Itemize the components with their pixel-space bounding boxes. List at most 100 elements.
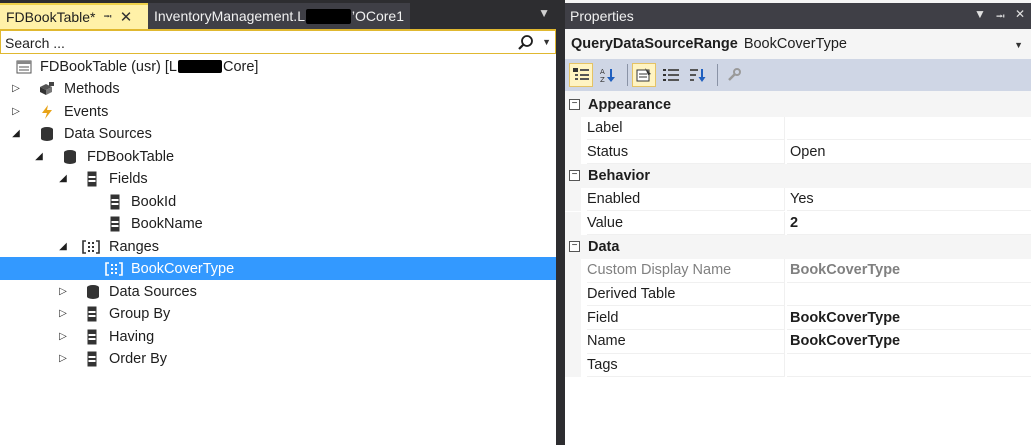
window-menu-icon[interactable]: ▼: [974, 7, 986, 28]
property-name: Value: [587, 211, 785, 236]
tree-label: Data Sources: [64, 125, 152, 142]
range-icon: [105, 260, 123, 278]
tab-inventorymanagement[interactable]: InventoryManagement.L ’OCore1: [148, 3, 410, 29]
solution-designer-pane: FDBookTable* ⭲ ✕ InventoryManagement.L ’…: [0, 0, 556, 445]
category-label: Appearance: [588, 96, 672, 113]
having-icon: [83, 328, 101, 346]
tree-label: Data Sources: [109, 283, 197, 300]
tree-node-fdbooktable[interactable]: ◢ FDBookTable: [0, 145, 556, 168]
toolbar-separator: [717, 64, 718, 86]
sort-icon: [690, 69, 706, 82]
property-value[interactable]: Open: [787, 140, 1031, 165]
element-tree: FDBookTable (usr) [L Core] ▷ Methods ▷ Ev…: [0, 54, 556, 445]
svg-text:Z: Z: [600, 76, 605, 83]
expand-arrow-icon[interactable]: ▷: [57, 308, 69, 320]
collapse-arrow-icon[interactable]: ◢: [10, 128, 22, 140]
tree-label: BookId: [131, 193, 177, 210]
collapse-arrow-icon[interactable]: ◢: [57, 173, 69, 185]
chevron-down-icon[interactable]: ▼: [1014, 40, 1023, 50]
pin-icon[interactable]: ⭲: [996, 7, 1005, 28]
tree-label: Events: [64, 103, 109, 120]
tab-overflow-icon[interactable]: ▼: [538, 6, 550, 20]
tab-fdbooktable[interactable]: FDBookTable* ⭲ ✕: [0, 3, 148, 29]
tree-node-methods[interactable]: ▷ Methods: [0, 77, 556, 100]
property-name: Enabled: [587, 187, 785, 212]
property-row-custom-display-name[interactable]: Custom Display Name BookCoverType: [565, 258, 1031, 283]
sort-button[interactable]: [686, 63, 710, 87]
tree-node-bookid[interactable]: BookId: [0, 190, 556, 213]
search-icon[interactable]: [517, 34, 535, 52]
collapse-arrow-icon[interactable]: ◢: [33, 151, 45, 163]
property-row-label[interactable]: Label: [565, 116, 1031, 141]
tree-label-end: Core]: [223, 58, 259, 75]
collapse-icon[interactable]: −: [569, 241, 580, 253]
property-row-status[interactable]: Status Open: [565, 140, 1031, 165]
expand-arrow-icon[interactable]: ▷: [57, 286, 69, 298]
chevron-down-icon[interactable]: ▼: [542, 37, 551, 47]
properties-toolbar: AZ: [565, 59, 1031, 91]
property-row-value[interactable]: Value 2: [565, 211, 1031, 236]
property-row-field[interactable]: Field BookCoverType: [565, 306, 1031, 330]
order-by-icon: [83, 350, 101, 368]
collapse-icon[interactable]: −: [569, 99, 580, 110]
property-name: Derived Table: [587, 282, 785, 307]
tree-node-data-sources[interactable]: ◢ Data Sources: [0, 122, 556, 145]
tree-node-having[interactable]: ▷ Having: [0, 325, 556, 348]
categorized-button[interactable]: [569, 63, 593, 87]
collapse-arrow-icon[interactable]: ◢: [57, 241, 69, 253]
property-value[interactable]: [787, 283, 1031, 307]
tree-node-root[interactable]: FDBookTable (usr) [L Core]: [0, 55, 556, 78]
expand-arrow-icon[interactable]: ▷: [10, 83, 22, 95]
pin-icon[interactable]: ⭲: [104, 8, 112, 27]
tree-node-fields[interactable]: ◢ Fields: [0, 167, 556, 190]
object-selector[interactable]: QueryDataSourceRange BookCoverType ▼: [565, 29, 1031, 59]
close-icon[interactable]: ✕: [1015, 7, 1025, 28]
tree-node-bookname[interactable]: BookName: [0, 212, 556, 235]
category-appearance[interactable]: − Appearance: [565, 93, 1031, 117]
tree-node-bookcovertype[interactable]: BookCoverType: [0, 257, 556, 280]
tree-node-order-by[interactable]: ▷ Order By: [0, 347, 556, 370]
tree-label: BookName: [131, 215, 203, 232]
property-value[interactable]: 2: [787, 212, 1031, 236]
search-input[interactable]: [5, 33, 505, 52]
expand-arrow-icon[interactable]: ▷: [57, 331, 69, 343]
category-behavior[interactable]: − Behavior: [565, 164, 1031, 188]
property-row-derived-table[interactable]: Derived Table: [565, 282, 1031, 307]
close-icon[interactable]: ✕: [120, 8, 133, 26]
property-value[interactable]: Yes: [787, 188, 1031, 212]
properties-title-bar: Properties ▼ ⭲ ✕: [565, 3, 1031, 29]
properties-button[interactable]: [632, 63, 656, 87]
wrench-icon: [728, 68, 741, 81]
pane-splitter[interactable]: [556, 0, 565, 445]
property-value[interactable]: BookCoverType: [787, 306, 1031, 330]
property-row-enabled[interactable]: Enabled Yes: [565, 187, 1031, 212]
property-value[interactable]: [787, 354, 1031, 378]
property-pages-button[interactable]: [722, 63, 746, 87]
tab-label-start: InventoryManagement.L: [154, 8, 305, 24]
tree-node-group-by[interactable]: ▷ Group By: [0, 302, 556, 325]
events-button[interactable]: [659, 63, 683, 87]
tree-node-nested-data-sources[interactable]: ▷ Data Sources: [0, 280, 556, 303]
property-value[interactable]: BookCoverType: [787, 259, 1031, 283]
expand-arrow-icon[interactable]: ▷: [57, 353, 69, 365]
category-data[interactable]: − Data: [565, 235, 1031, 259]
property-row-tags[interactable]: Tags: [565, 353, 1031, 378]
sort-alphabetical-icon: AZ: [600, 68, 615, 83]
property-name: Name: [587, 330, 785, 354]
property-row-name[interactable]: Name BookCoverType: [565, 330, 1031, 354]
toolbar-separator: [627, 64, 628, 86]
field-icon: [106, 193, 124, 211]
object-name: BookCoverType: [743, 36, 847, 52]
tree-label: Having: [109, 328, 155, 345]
expand-arrow-icon[interactable]: ▷: [10, 106, 22, 118]
tree-label: Group By: [109, 305, 171, 322]
collapse-icon[interactable]: −: [569, 170, 580, 182]
tree-node-events[interactable]: ▷ Events: [0, 100, 556, 123]
alphabetical-button[interactable]: AZ: [596, 63, 620, 87]
property-value[interactable]: [787, 117, 1031, 141]
field-icon: [106, 215, 124, 233]
tree-node-ranges[interactable]: ◢ Ranges: [0, 235, 556, 258]
ranges-icon: [82, 238, 100, 256]
property-value[interactable]: BookCoverType: [787, 330, 1031, 354]
tree-label: BookCoverType: [131, 260, 235, 277]
